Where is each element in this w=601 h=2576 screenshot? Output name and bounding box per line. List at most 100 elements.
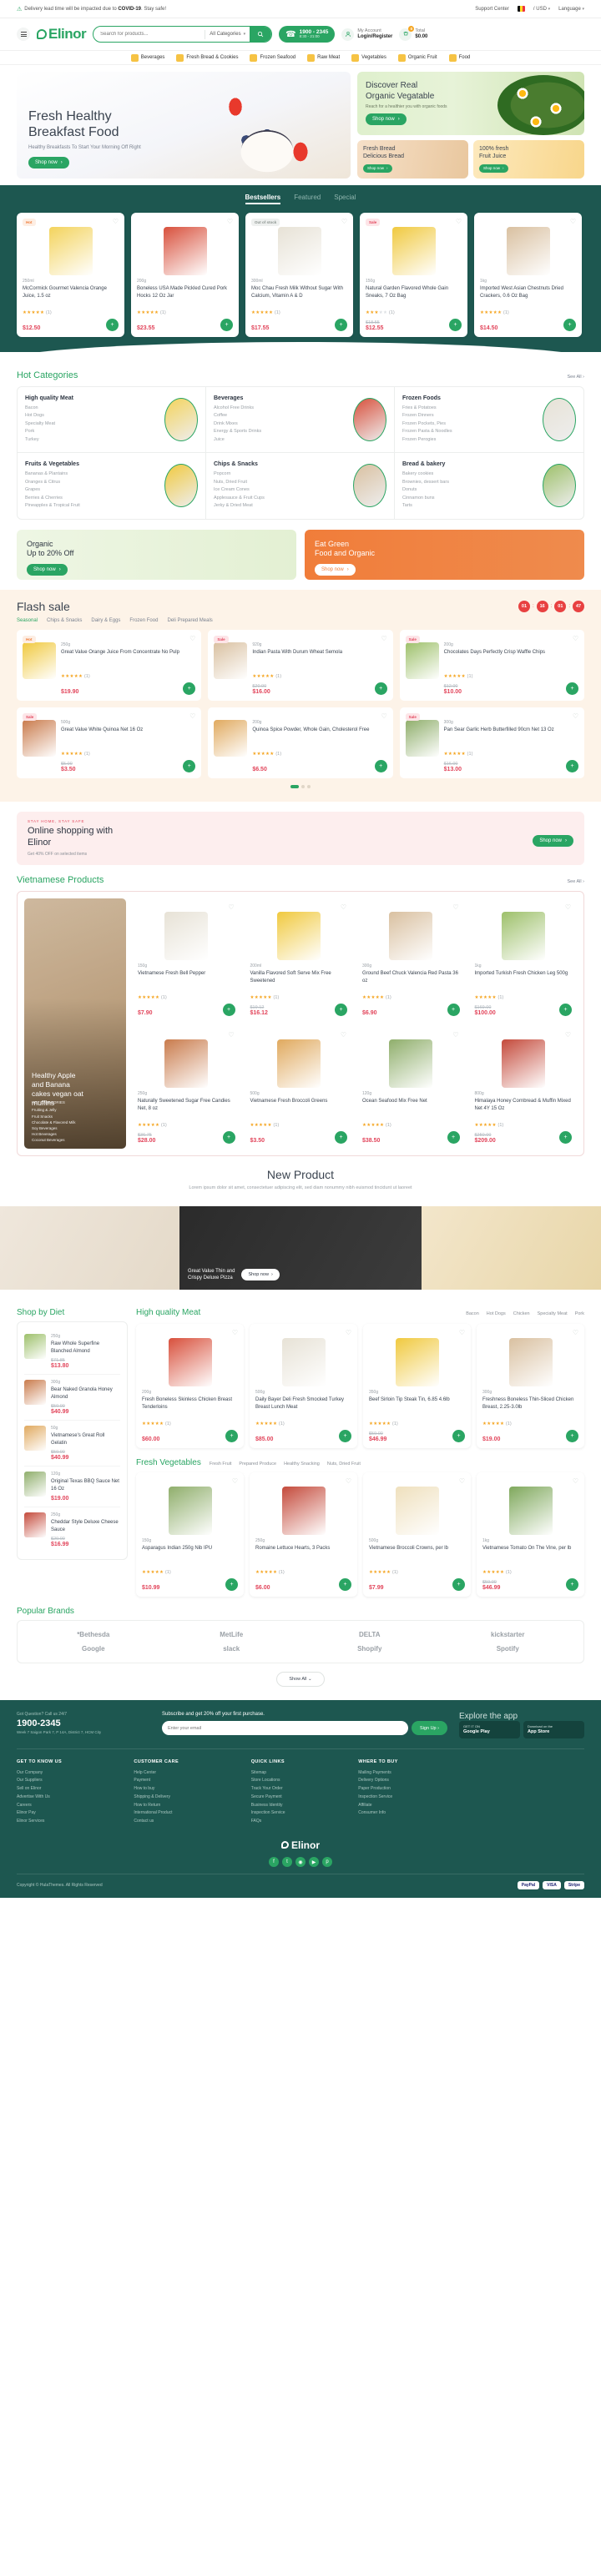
footer-link[interactable]: Delivery Options <box>358 1777 477 1785</box>
product-name[interactable]: Vanilla Flavored Soft Serve Mix Free Swe… <box>250 970 348 993</box>
product-card[interactable]: ♡ 120g Ocean Seafood Mix Free Net ★★★★★ … <box>357 1025 465 1149</box>
footer-link[interactable]: Elinor Services <box>17 1818 125 1826</box>
product-name[interactable]: Vietnamese Fresh Broccoli Greens <box>250 1098 348 1120</box>
footer-link[interactable]: Store Locations <box>251 1777 351 1785</box>
wishlist-heart-icon[interactable]: ♡ <box>459 1478 465 1485</box>
meat-tab[interactable]: Hot Dogs <box>487 1311 506 1316</box>
hot-category-item[interactable]: Applesauce & Fruit Cups <box>214 495 265 502</box>
wishlist-heart-icon[interactable]: ♡ <box>573 1330 578 1336</box>
flash-tab[interactable]: Dairy & Eggs <box>91 618 120 623</box>
tab-featured[interactable]: Featured <box>294 194 321 204</box>
dot-2[interactable] <box>301 784 305 788</box>
hot-category-item[interactable]: Berries & Cherries <box>25 495 80 502</box>
wishlist-heart-icon[interactable]: ♡ <box>452 903 458 911</box>
product-card[interactable]: ♡ 250g Naturally Sweetened Sugar Free Ca… <box>133 1025 240 1149</box>
footer-link[interactable]: Careers <box>17 1802 125 1810</box>
add-to-cart-button[interactable]: + <box>335 1130 347 1144</box>
add-to-cart-button[interactable]: + <box>339 1430 351 1443</box>
add-to-cart-button[interactable]: + <box>559 1003 572 1016</box>
brand-logo[interactable]: DELTA <box>304 1631 436 1638</box>
hot-category-item[interactable]: Popcorn <box>214 470 265 478</box>
footer-link[interactable]: Elinor Pay <box>17 1809 125 1818</box>
hot-category-cell[interactable]: Fruits & Vegetables Bananas & Plantains O… <box>18 453 206 519</box>
footer-link[interactable]: Inspection Service <box>251 1809 351 1818</box>
feature-list-item[interactable]: Soy Beverages <box>32 1125 76 1131</box>
add-to-cart-button[interactable]: + <box>563 319 576 331</box>
product-card[interactable]: ♡ 800g Himalaya Honey Cornbread & Muffin… <box>469 1025 577 1149</box>
add-to-cart-button[interactable]: + <box>222 1003 235 1016</box>
hero-juice-banner[interactable]: 100% fresh Fruit Juice Shop now › <box>473 140 584 179</box>
np-shop-now-button[interactable]: Shop now › <box>241 1268 280 1280</box>
product-name[interactable]: Daily Bayer Deli Fresh Smocked Turkey Br… <box>255 1396 351 1419</box>
menu-button[interactable] <box>17 28 30 41</box>
feature-list-item[interactable]: Chocolate & Flavored Milk <box>32 1119 76 1125</box>
footer-link[interactable]: Our Company <box>17 1769 125 1778</box>
diet-item[interactable]: 250g Cheddar Style Deluxe Cheese Sauce $… <box>24 1507 120 1552</box>
hot-category-item[interactable]: Drink Mixes <box>214 420 261 428</box>
subscribe-button[interactable]: Sign Up › <box>412 1721 447 1736</box>
brand-logo[interactable]: MetLife <box>166 1631 298 1638</box>
product-card[interactable]: Sale ♡ 150g Natural Garden Flavored Whol… <box>360 213 467 337</box>
add-to-cart-button[interactable]: + <box>335 1003 347 1016</box>
hot-category-cell[interactable]: Frozen Foods Fries & Potatoes Frozen Dinn… <box>395 387 583 454</box>
account-link[interactable]: My Account Login/Register <box>341 28 392 41</box>
product-name[interactable]: Boneless USA Made Pickled Cured Pork Hoc… <box>137 285 233 308</box>
twitter-icon[interactable]: t <box>282 1857 292 1868</box>
footer-link[interactable]: Shipping & Delivery <box>134 1794 242 1802</box>
catnav-item-raw-meat[interactable]: Raw Meat <box>307 53 340 62</box>
hot-category-item[interactable]: Cinnamon buns <box>402 495 449 502</box>
product-name[interactable]: Original Texas BBQ Sauce Net 16 Oz <box>51 1478 120 1493</box>
product-name[interactable]: Moc Chau Fresh Milk Without Sugar With C… <box>251 285 347 308</box>
wishlist-heart-icon[interactable]: ♡ <box>452 1031 458 1039</box>
add-to-cart-button[interactable]: + <box>225 1578 238 1592</box>
wishlist-heart-icon[interactable]: ♡ <box>573 1478 578 1485</box>
product-card[interactable]: ♡ 300g Ground Beef Chuck Valencia Red Pa… <box>357 898 465 1021</box>
product-name[interactable]: Vietnamese Tomato On The Vine, per lb <box>482 1545 578 1567</box>
hot-category-item[interactable]: Grapes <box>25 486 80 494</box>
hot-category-item[interactable]: Hot Dogs <box>25 412 73 420</box>
promo-eatgreen[interactable]: Eat Green Food and Organic Shop now › <box>305 529 584 580</box>
footer-link[interactable]: How to Return <box>134 1802 242 1810</box>
meat-tab[interactable]: Specialty Meat <box>538 1311 568 1316</box>
product-card[interactable]: ♡ 500g Daily Bayer Deli Fresh Smocked Tu… <box>250 1324 357 1449</box>
hot-category-item[interactable]: Bananas & Plantains <box>25 470 80 478</box>
hot-category-item[interactable]: Oranges & Citrus <box>25 479 80 486</box>
wishlist-heart-icon[interactable]: ♡ <box>227 219 233 225</box>
footer-link[interactable]: Secure Payment <box>251 1794 351 1802</box>
product-card[interactable]: ♡ 350g Beef Sirloin Tip Steak Tin, 6.85 … <box>363 1324 471 1449</box>
hot-category-item[interactable]: Pork <box>25 428 73 435</box>
add-to-cart-button[interactable]: + <box>335 319 347 331</box>
product-name[interactable]: Himalaya Honey Cornbread & Muffin Mixed … <box>475 1098 573 1120</box>
product-card[interactable]: ♡ 1kg Vietnamese Tomato On The Vine, per… <box>477 1472 584 1597</box>
product-card[interactable]: Hot ♡ 250ml McCormick Gourmet Valencia O… <box>17 213 124 337</box>
footer-link[interactable]: Advertise With Us <box>17 1794 125 1802</box>
brand-logo[interactable]: Shopify <box>304 1645 436 1653</box>
footer-link[interactable]: Track Your Order <box>251 1785 351 1794</box>
footer-link[interactable]: Mailing Payments <box>358 1769 477 1778</box>
feature-list-item[interactable]: Hot Beverages <box>32 1131 76 1137</box>
product-name[interactable]: Vietnamese Broccoli Crowns, per lb <box>369 1545 465 1567</box>
email-input[interactable] <box>162 1721 409 1736</box>
wishlist-heart-icon[interactable]: ♡ <box>232 1478 238 1485</box>
product-name[interactable]: Imported Turkish Fresh Chicken Leg 500g <box>475 970 573 993</box>
wishlist-heart-icon[interactable]: ♡ <box>228 1031 234 1039</box>
add-to-cart-button[interactable]: + <box>565 759 578 772</box>
meat-tab[interactable]: Bacon <box>466 1311 479 1316</box>
product-card[interactable]: ♡ 500g Vietnamese Broccoli Crowns, per l… <box>363 1472 471 1597</box>
product-card[interactable]: Sale ♡ 300g Pan Sear Garlic Herb Butterfi… <box>399 707 584 778</box>
footer-link[interactable]: How to buy <box>134 1785 242 1794</box>
hero-main-banner[interactable]: Fresh Healthy Breakfast Food Healthy Brea… <box>17 72 351 179</box>
hot-category-item[interactable]: Jerky & Dried Meat <box>214 502 265 510</box>
product-name[interactable]: Freshness Boneless Thin-Sliced Chicken B… <box>482 1396 578 1419</box>
wishlist-heart-icon[interactable]: ♡ <box>341 219 347 225</box>
product-name[interactable]: Vietnamese Fresh Bell Pepper <box>138 970 235 993</box>
product-name[interactable]: Pan Sear Garlic Herb Butterfilled 90cm N… <box>444 727 578 749</box>
feature-list-item[interactable]: Fruiting & Jelly <box>32 1107 76 1113</box>
footer-link[interactable]: Inspection Service <box>358 1794 477 1802</box>
product-card[interactable]: Sale ♡ 200g Chocolates Days Perfectly Cri… <box>399 629 584 701</box>
online-shopping-banner[interactable]: STAY HOME, STAY SAFE Online shopping wit… <box>17 811 584 865</box>
see-all-link[interactable]: See All › <box>568 375 585 380</box>
add-to-cart-button[interactable]: + <box>447 1003 460 1016</box>
catnav-item-vegetables[interactable]: Vegetables <box>351 53 386 62</box>
hot-category-cell[interactable]: High quality Meat Bacon Hot Dogs Specialty… <box>18 387 206 454</box>
